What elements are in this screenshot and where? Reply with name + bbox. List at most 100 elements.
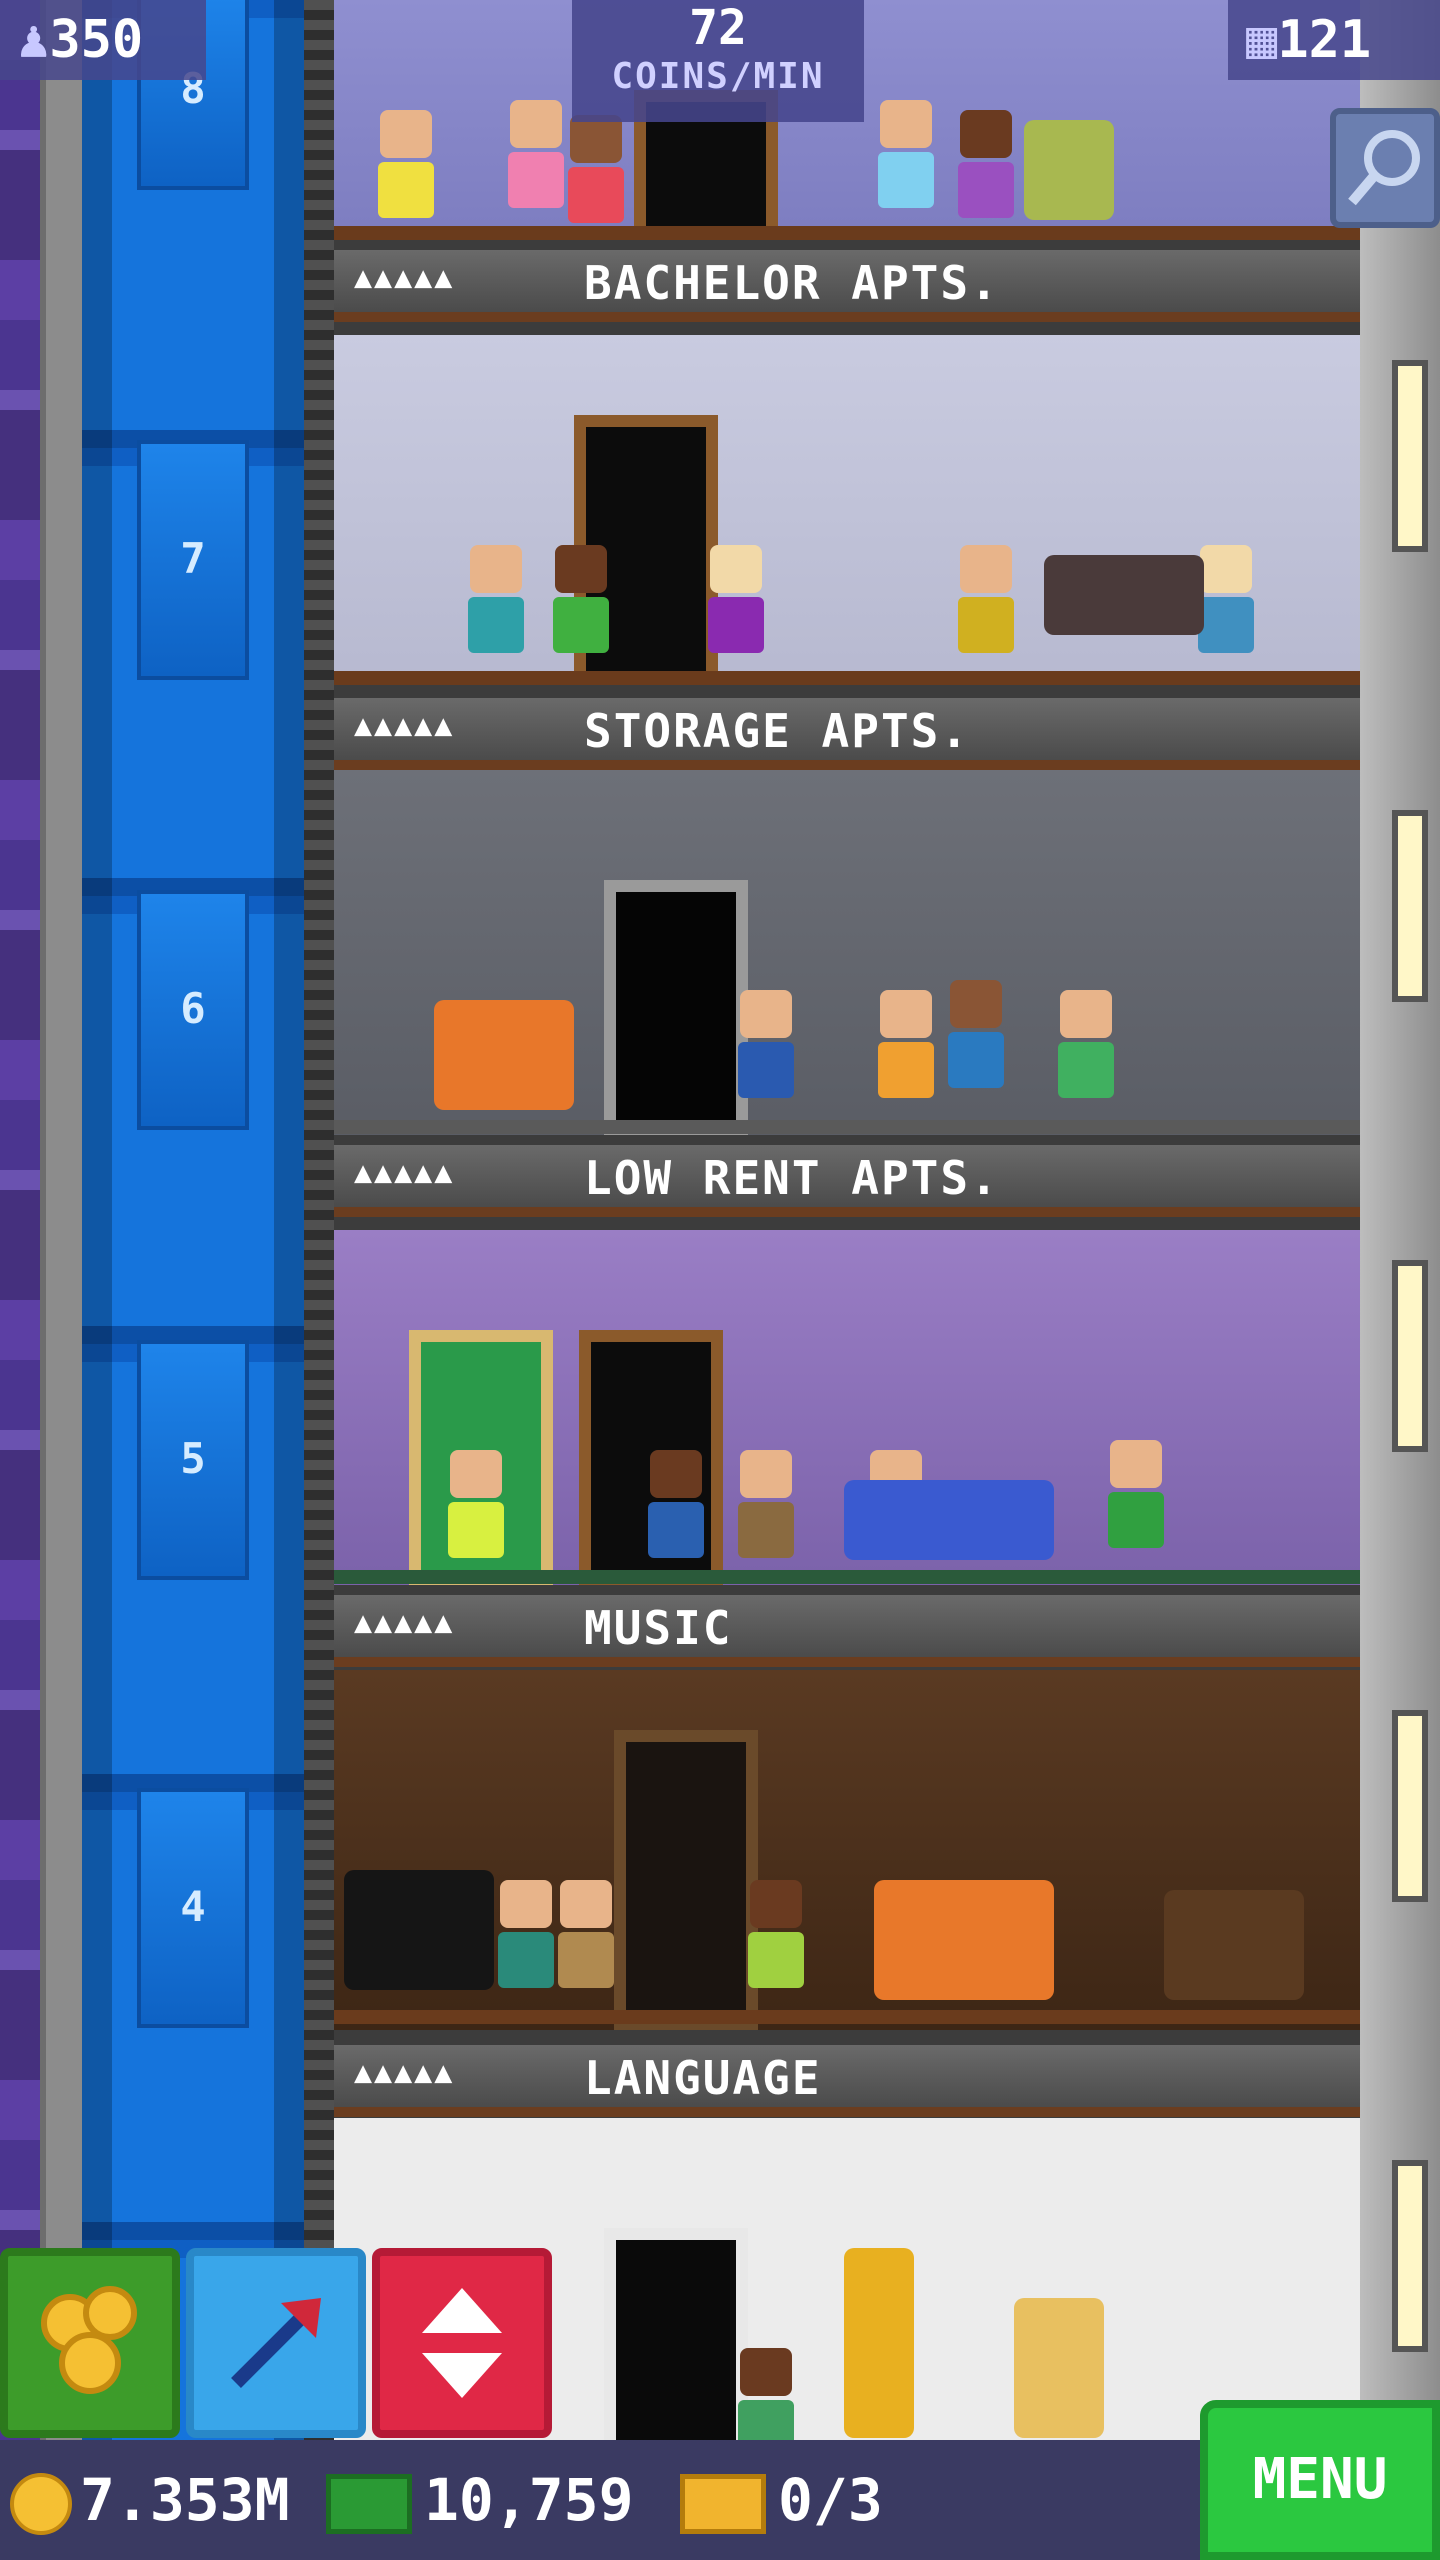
resident[interactable] xyxy=(734,2348,798,2440)
resident[interactable] xyxy=(874,990,938,1100)
window xyxy=(1392,2160,1428,2352)
window xyxy=(1392,1260,1428,1452)
population-value: 350 xyxy=(49,10,144,70)
resident[interactable] xyxy=(1054,990,1118,1100)
raise-button[interactable] xyxy=(186,2248,366,2438)
shaft-floor-5[interactable]: 5 xyxy=(137,1340,249,1580)
tickets-balance[interactable]: 0/3 xyxy=(680,2460,883,2540)
resident[interactable] xyxy=(1104,1440,1168,1550)
sofa xyxy=(1044,555,1204,635)
resident[interactable] xyxy=(494,1880,558,1990)
room-floor-4[interactable] xyxy=(334,1670,1360,2030)
search-icon xyxy=(1348,130,1420,206)
room-name: STORAGE APTS. xyxy=(584,704,971,758)
star-rating: ▲▲▲▲▲ xyxy=(354,1155,455,1190)
shaft-floor-4[interactable]: 4 xyxy=(137,1788,249,2028)
tower: ▲▲▲▲▲ BACHELOR APTS. ▲▲▲▲▲ STORAGE APTS. xyxy=(334,0,1360,2440)
room-name: BACHELOR APTS. xyxy=(584,256,1000,310)
floor-number: 6 xyxy=(180,984,206,1033)
shaft-floor-7[interactable]: 7 xyxy=(137,440,249,680)
room-label-bar[interactable]: ▲▲▲▲▲ LANGUAGE xyxy=(334,2045,1360,2117)
resident[interactable] xyxy=(554,1880,618,1990)
coin-icon xyxy=(10,2472,72,2535)
fireplace xyxy=(1164,1890,1304,2000)
piano xyxy=(344,1870,494,1990)
room-name: MUSIC xyxy=(584,1601,733,1655)
coins-balance[interactable]: 7.353M xyxy=(10,2460,290,2540)
resident[interactable] xyxy=(954,545,1018,655)
room-name: LOW RENT APTS. xyxy=(584,1151,1000,1205)
floors-icon: ▦ xyxy=(1246,10,1278,70)
resident[interactable] xyxy=(734,990,798,1100)
city-background xyxy=(0,0,40,2440)
resident[interactable] xyxy=(549,545,613,655)
resident[interactable] xyxy=(644,1450,708,1560)
resident[interactable] xyxy=(734,1450,798,1560)
elevator-shaft[interactable]: 8 7 6 5 4 xyxy=(82,0,304,2440)
floor-strip xyxy=(334,1120,1360,1134)
star-rating: ▲▲▲▲▲ xyxy=(354,1605,455,1640)
window xyxy=(1392,810,1428,1002)
floor-number: 4 xyxy=(180,1882,206,1931)
door xyxy=(614,1730,758,2030)
star-rating: ▲▲▲▲▲ xyxy=(354,2055,455,2090)
floor-strip xyxy=(334,1570,1360,1584)
bed xyxy=(874,1880,1054,2000)
room-label-bar[interactable]: ▲▲▲▲▲ STORAGE APTS. xyxy=(334,698,1360,770)
resident[interactable] xyxy=(464,545,528,655)
coins-value: 7.353M xyxy=(80,2466,290,2534)
armchair xyxy=(1024,120,1114,220)
floors-counter[interactable]: ▦121 xyxy=(1228,0,1440,80)
room-label-bar[interactable]: ▲▲▲▲▲ BACHELOR APTS. xyxy=(334,250,1360,322)
armchair xyxy=(434,1000,574,1110)
coins-per-min-panel: 72 COINS/MIN xyxy=(572,0,864,122)
elevator-cable xyxy=(304,0,334,2440)
statue xyxy=(844,2248,914,2438)
floor-number: 5 xyxy=(180,1434,206,1483)
mirror xyxy=(1014,2298,1104,2438)
window xyxy=(1392,1710,1428,1902)
resident[interactable] xyxy=(504,100,568,210)
room-floor-7[interactable] xyxy=(334,335,1360,685)
star-rating: ▲▲▲▲▲ xyxy=(354,260,455,295)
bux-icon xyxy=(326,2473,412,2534)
floors-value: 121 xyxy=(1277,10,1372,70)
bux-balance[interactable]: 10,759 xyxy=(326,2460,634,2540)
floor-number: 7 xyxy=(180,534,206,583)
resident[interactable] xyxy=(704,545,768,655)
star-rating: ▲▲▲▲▲ xyxy=(354,708,455,743)
coins-per-min-unit: COINS/MIN xyxy=(611,56,825,97)
resident[interactable] xyxy=(874,100,938,210)
room-name: LANGUAGE xyxy=(584,2051,822,2105)
door xyxy=(604,2228,748,2440)
floor-strip xyxy=(334,671,1360,685)
search-button[interactable] xyxy=(1330,108,1440,228)
floor-strip xyxy=(334,2010,1360,2024)
person-icon: ♟ xyxy=(18,10,50,70)
elevator-icon xyxy=(380,2256,544,2430)
room-floor-6[interactable] xyxy=(334,770,1360,1135)
resident[interactable] xyxy=(944,980,1008,1090)
population-counter[interactable]: ♟350 xyxy=(0,0,206,80)
shaft-floor-6[interactable]: 6 xyxy=(137,890,249,1130)
coins-icon xyxy=(8,2256,172,2430)
resident[interactable] xyxy=(954,110,1018,220)
menu-button[interactable]: MENU xyxy=(1200,2400,1440,2560)
resident[interactable] xyxy=(374,110,438,220)
ticket-icon xyxy=(680,2473,766,2534)
resident[interactable] xyxy=(744,1880,808,1990)
room-label-bar[interactable]: ▲▲▲▲▲ LOW RENT APTS. xyxy=(334,1145,1360,1217)
window xyxy=(1392,360,1428,552)
coins-button[interactable] xyxy=(0,2248,180,2438)
floor-strip xyxy=(334,226,1360,240)
resident[interactable] xyxy=(564,115,628,225)
bux-value: 10,759 xyxy=(424,2466,634,2534)
room-floor-5[interactable] xyxy=(334,1230,1360,1585)
room-label-bar[interactable]: ▲▲▲▲▲ MUSIC xyxy=(334,1595,1360,1667)
game-screen: 8 7 6 5 4 ▲▲▲▲▲ BACHELOR APTS. ▲▲▲▲▲ STO… xyxy=(0,0,1440,2560)
resident[interactable] xyxy=(444,1450,508,1560)
elevator-button[interactable] xyxy=(372,2248,552,2438)
coins-per-min-value: 72 xyxy=(689,0,747,56)
tickets-value: 0/3 xyxy=(778,2466,883,2534)
door xyxy=(604,880,748,1135)
